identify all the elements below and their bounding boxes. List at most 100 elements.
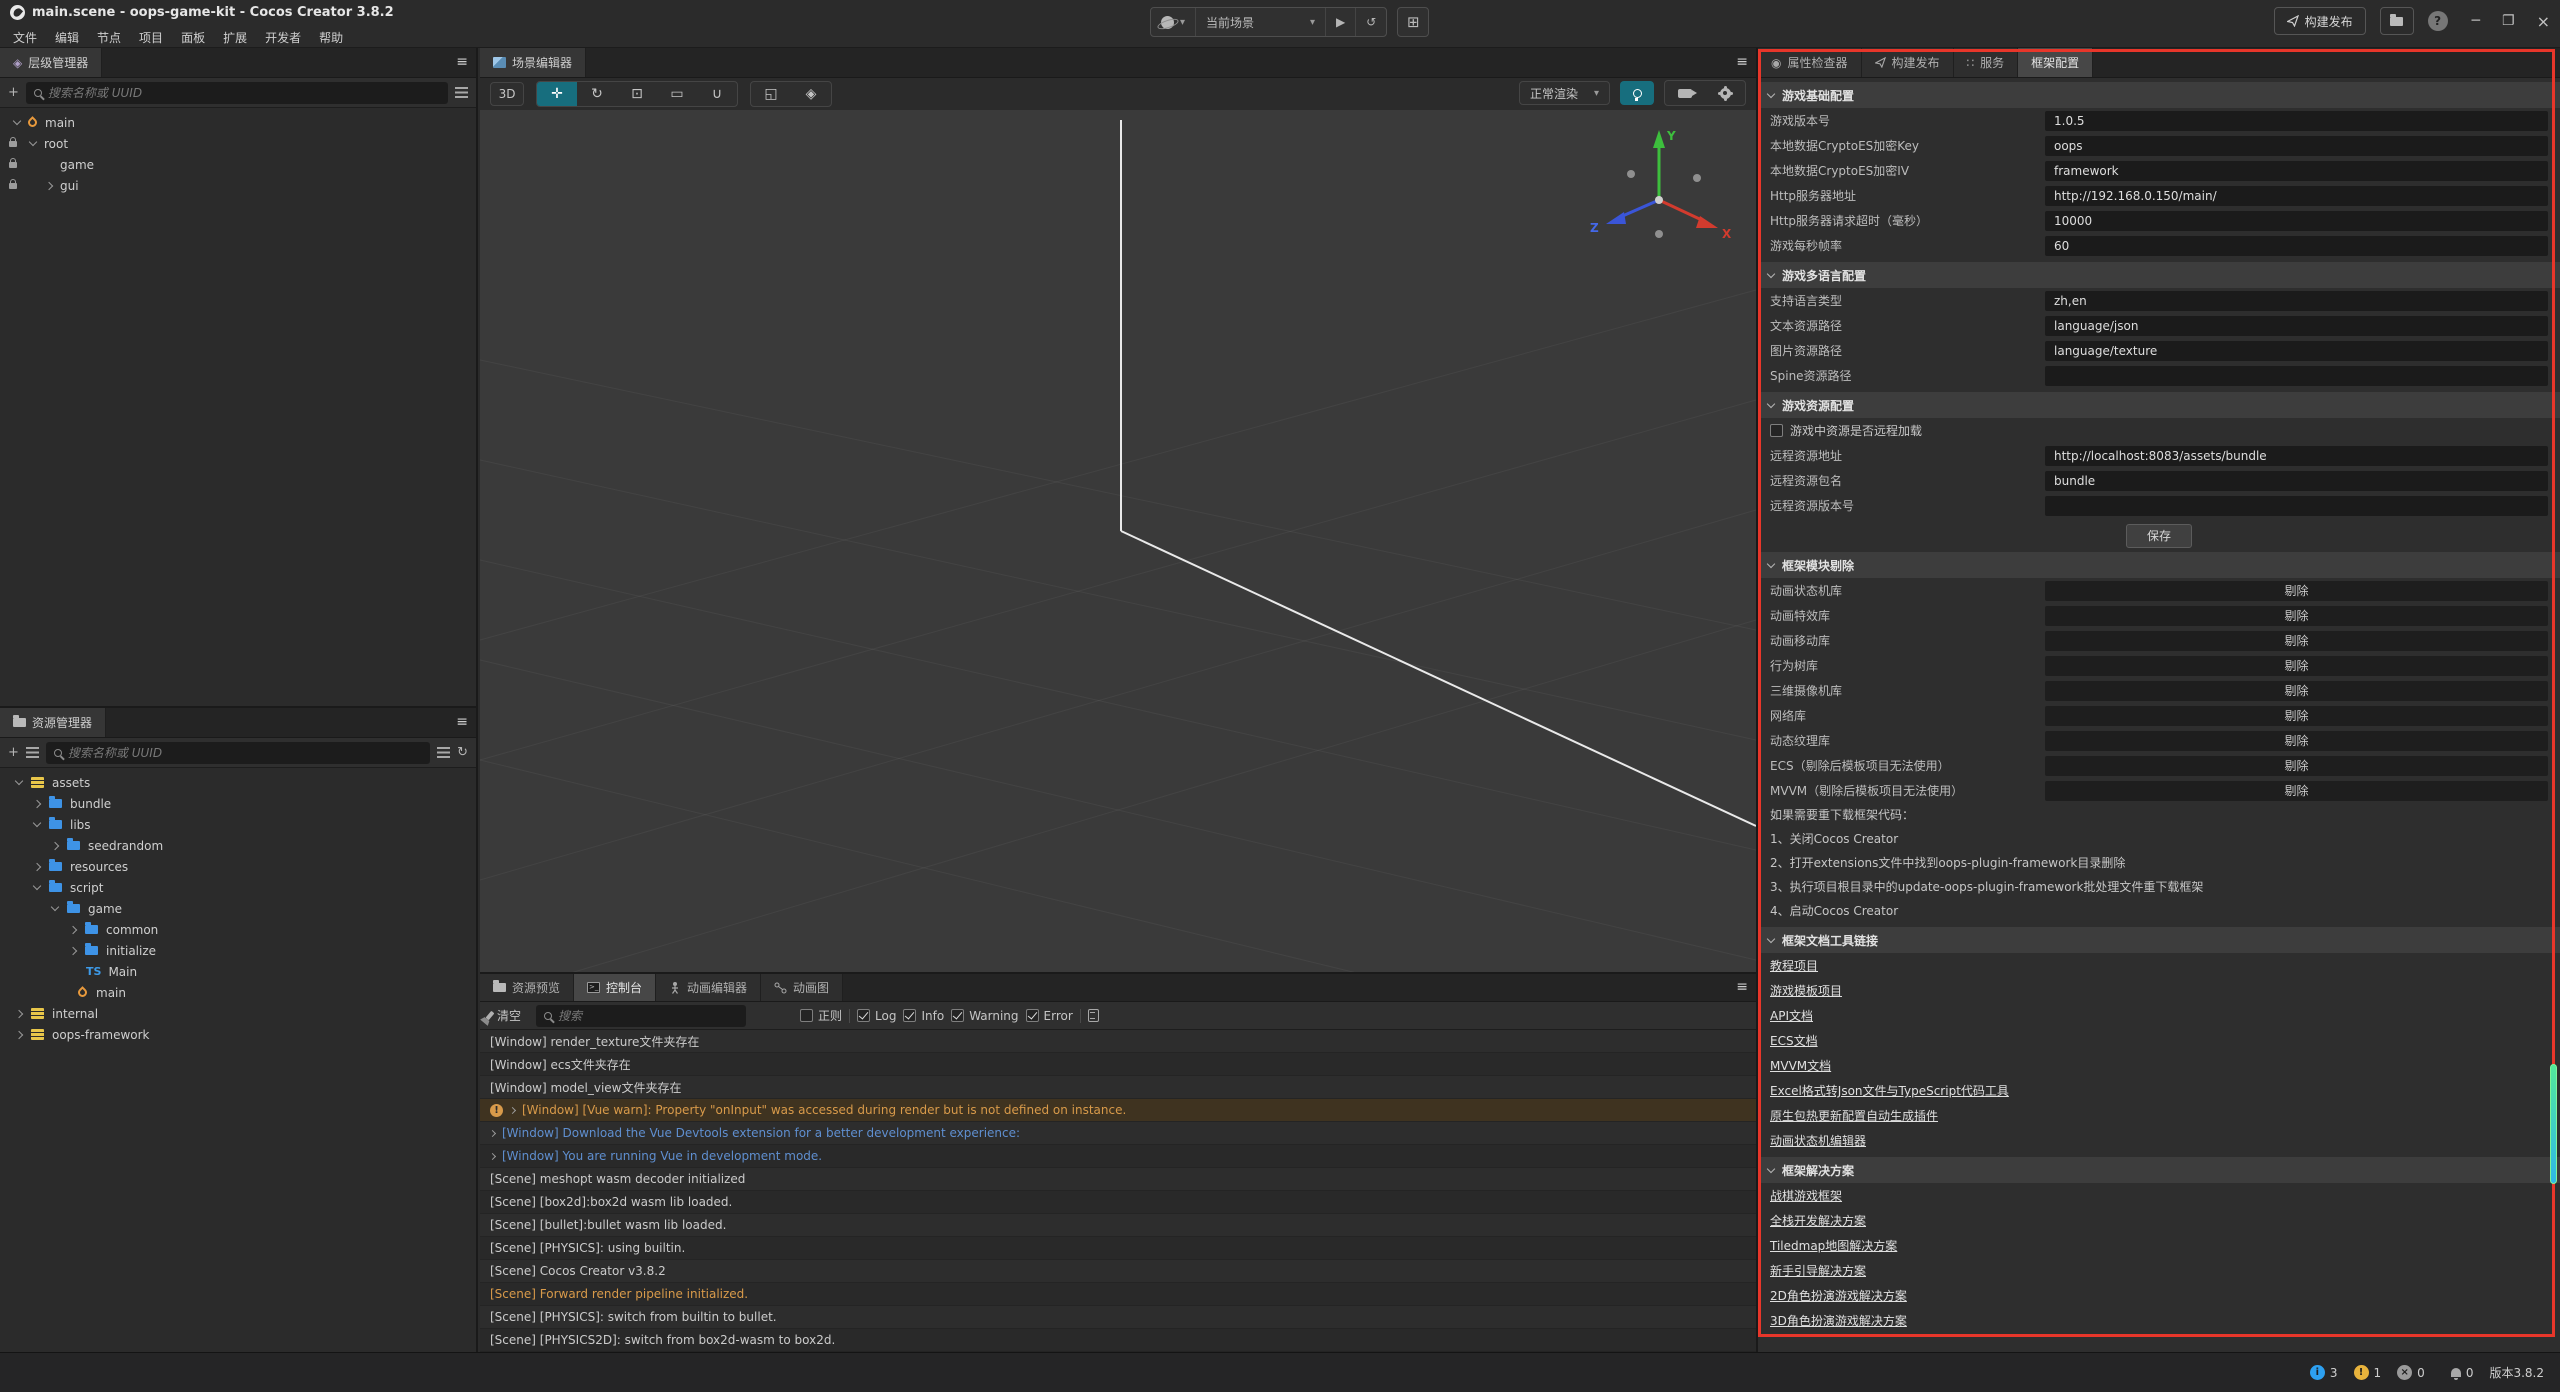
tab-console[interactable]: >_ 控制台 bbox=[574, 974, 656, 1001]
axis-gizmo[interactable]: Y X Z bbox=[1584, 122, 1734, 267]
remove-animator-button[interactable]: 剔除 bbox=[2045, 581, 2548, 601]
tree-node-oops-framework[interactable]: oops-framework bbox=[0, 1024, 476, 1045]
reload-button[interactable]: ↺ bbox=[1356, 8, 1386, 36]
build-publish-button[interactable]: 构建发布 bbox=[2274, 7, 2366, 35]
gizmo-2d-tool-button[interactable]: ∪ bbox=[697, 82, 737, 106]
tab-scene-editor[interactable]: 场景编辑器 bbox=[480, 48, 586, 77]
link-tutorial-project[interactable]: 教程项目 bbox=[1758, 953, 2560, 978]
log-row-warning[interactable]: ! [Window] [Vue warn]: Property "onInput… bbox=[480, 1099, 1756, 1122]
regex-checkbox[interactable]: 正则 bbox=[800, 1007, 842, 1024]
menu-edit[interactable]: 编辑 bbox=[46, 26, 88, 49]
menu-help[interactable]: 帮助 bbox=[310, 26, 352, 49]
chevron-right-icon[interactable] bbox=[69, 925, 77, 933]
log-row[interactable]: [Window] model_view文件夹存在 bbox=[480, 1076, 1756, 1099]
chevron-down-icon[interactable] bbox=[15, 777, 23, 785]
remove-behavior-tree-button[interactable]: 剔除 bbox=[2045, 656, 2548, 676]
sort-icon[interactable] bbox=[26, 747, 39, 758]
chevron-down-icon[interactable] bbox=[33, 882, 41, 890]
chevron-right-icon[interactable] bbox=[45, 181, 53, 189]
link-api-docs[interactable]: API文档 bbox=[1758, 1003, 2560, 1028]
tree-node-main[interactable]: main bbox=[0, 112, 476, 133]
tree-node-game[interactable]: game bbox=[0, 154, 476, 175]
link-mvvm-docs[interactable]: MVVM文档 bbox=[1758, 1053, 2560, 1078]
chevron-down-icon[interactable] bbox=[51, 903, 59, 911]
link-ecs-docs[interactable]: ECS文档 bbox=[1758, 1028, 2560, 1053]
remove-dynamic-texture-button[interactable]: 剔除 bbox=[2045, 731, 2548, 751]
add-asset-button[interactable]: + bbox=[8, 745, 19, 760]
log-row[interactable]: [Scene] [box2d]:box2d wasm lib loaded. bbox=[480, 1191, 1756, 1214]
pivot-toggle-button[interactable]: ◱ bbox=[751, 82, 791, 106]
tree-node-game-folder[interactable]: game bbox=[0, 898, 476, 919]
platform-dropdown[interactable]: ▾ bbox=[1151, 8, 1196, 36]
languages-input[interactable]: zh,en bbox=[2045, 291, 2548, 311]
section-module-removal[interactable]: 框架模块剔除 bbox=[1758, 552, 2560, 578]
clear-console-button[interactable]: 清空 bbox=[488, 1007, 521, 1024]
panel-menu-icon[interactable]: ≡ bbox=[1736, 979, 1748, 995]
tree-node-seedrandom[interactable]: seedrandom bbox=[0, 835, 476, 856]
tree-node-resources[interactable]: resources bbox=[0, 856, 476, 877]
remove-ecs-button[interactable]: 剔除 bbox=[2045, 756, 2548, 776]
log-row[interactable]: [Scene] [bullet]:bullet wasm lib loaded. bbox=[480, 1214, 1756, 1237]
console-search-input[interactable]: 搜索 bbox=[536, 1005, 746, 1027]
tree-node-main-scene[interactable]: main bbox=[0, 982, 476, 1003]
layout-button[interactable]: ⊞ bbox=[1397, 7, 1429, 37]
inspector-scrollbar-thumb[interactable] bbox=[2550, 1064, 2557, 1184]
log-row[interactable]: [Scene] Cocos Creator v3.8.2 bbox=[480, 1260, 1756, 1283]
link-tiledmap-solution[interactable]: Tiledmap地图解决方案 bbox=[1758, 1233, 2560, 1258]
assets-search-input[interactable]: 搜索名称或 UUID bbox=[46, 742, 430, 764]
link-excel-tool[interactable]: Excel格式转Json文件与TypeScript代码工具 bbox=[1758, 1078, 2560, 1103]
log-row[interactable]: [Scene] [PHYSICS]: switch from builtin t… bbox=[480, 1306, 1756, 1329]
dimension-toggle-button[interactable]: 3D bbox=[490, 82, 524, 106]
tree-node-root[interactable]: root bbox=[0, 133, 476, 154]
tree-node-script[interactable]: script bbox=[0, 877, 476, 898]
log-row[interactable]: [Scene] [PHYSICS2D]: switch from box2d-w… bbox=[480, 1329, 1756, 1352]
lang-texture-path-input[interactable]: language/texture bbox=[2045, 341, 2548, 361]
scene-viewport[interactable]: Y X Z bbox=[480, 110, 1756, 972]
remove-effect-button[interactable]: 剔除 bbox=[2045, 606, 2548, 626]
remote-version-input[interactable] bbox=[2045, 496, 2548, 516]
tab-animation-editor[interactable]: 动画编辑器 bbox=[656, 974, 761, 1001]
panel-menu-icon[interactable]: ≡ bbox=[456, 714, 468, 730]
link-animator-editor[interactable]: 动画状态机编辑器 bbox=[1758, 1128, 2560, 1153]
filter-icon[interactable] bbox=[437, 747, 450, 758]
camera-settings-button[interactable] bbox=[1665, 81, 1705, 105]
tab-services[interactable]: ∷ 服务 bbox=[1954, 48, 2019, 77]
tab-asset-preview[interactable]: 资源预览 bbox=[480, 974, 574, 1001]
tab-hierarchy[interactable]: ◈ 层级管理器 bbox=[0, 48, 102, 77]
log-row-highlight[interactable]: [Scene] Forward render pipeline initiali… bbox=[480, 1283, 1756, 1306]
fps-input[interactable]: 60 bbox=[2045, 236, 2548, 256]
remote-bundle-input[interactable]: bundle bbox=[2045, 471, 2548, 491]
crypto-key-input[interactable]: oops bbox=[2045, 136, 2548, 156]
menu-node[interactable]: 节点 bbox=[88, 26, 130, 49]
remote-url-input[interactable]: http://localhost:8083/assets/bundle bbox=[2045, 446, 2548, 466]
coordinate-space-button[interactable]: ◈ bbox=[791, 82, 831, 106]
expand-chevron-icon[interactable] bbox=[489, 1152, 496, 1159]
tab-animation-graph[interactable]: 动画图 bbox=[761, 974, 843, 1001]
lang-json-path-input[interactable]: language/json bbox=[2045, 316, 2548, 336]
link-guide-solution[interactable]: 新手引导解决方案 bbox=[1758, 1258, 2560, 1283]
rotate-tool-button[interactable]: ↻ bbox=[577, 82, 617, 106]
lock-icon[interactable] bbox=[9, 162, 17, 168]
section-solutions[interactable]: 框架解决方案 bbox=[1758, 1157, 2560, 1183]
tree-node-common[interactable]: common bbox=[0, 919, 476, 940]
hierarchy-search-input[interactable]: 搜索名称或 UUID bbox=[26, 82, 448, 104]
log-row[interactable]: [Window] ecs文件夹存在 bbox=[480, 1053, 1756, 1076]
tree-node-main-ts[interactable]: TSMain bbox=[0, 961, 476, 982]
chevron-down-icon[interactable] bbox=[29, 138, 37, 146]
log-row-info[interactable]: [Window] Download the Vue Devtools exten… bbox=[480, 1122, 1756, 1145]
render-mode-dropdown[interactable]: 正常渲染 ▾ bbox=[1519, 81, 1610, 105]
chevron-right-icon[interactable] bbox=[33, 799, 41, 807]
tree-node-libs[interactable]: libs bbox=[0, 814, 476, 835]
log-row[interactable]: [Window] render_texture文件夹存在 bbox=[480, 1030, 1756, 1053]
chevron-right-icon[interactable] bbox=[51, 841, 59, 849]
chevron-down-icon[interactable] bbox=[13, 117, 21, 125]
open-project-folder-button[interactable] bbox=[2380, 7, 2414, 35]
tree-node-bundle[interactable]: bundle bbox=[0, 793, 476, 814]
version-input[interactable]: 1.0.5 bbox=[2045, 111, 2548, 131]
scene-select-dropdown[interactable]: 当前场景 ▾ bbox=[1196, 8, 1326, 36]
crypto-iv-input[interactable]: framework bbox=[2045, 161, 2548, 181]
status-warning-count[interactable]: ! 1 bbox=[2354, 1365, 2382, 1380]
section-resource-config[interactable]: 游戏资源配置 bbox=[1758, 392, 2560, 418]
remove-mvvm-button[interactable]: 剔除 bbox=[2045, 781, 2548, 801]
filter-log-checkbox[interactable]: Log bbox=[857, 1009, 896, 1023]
